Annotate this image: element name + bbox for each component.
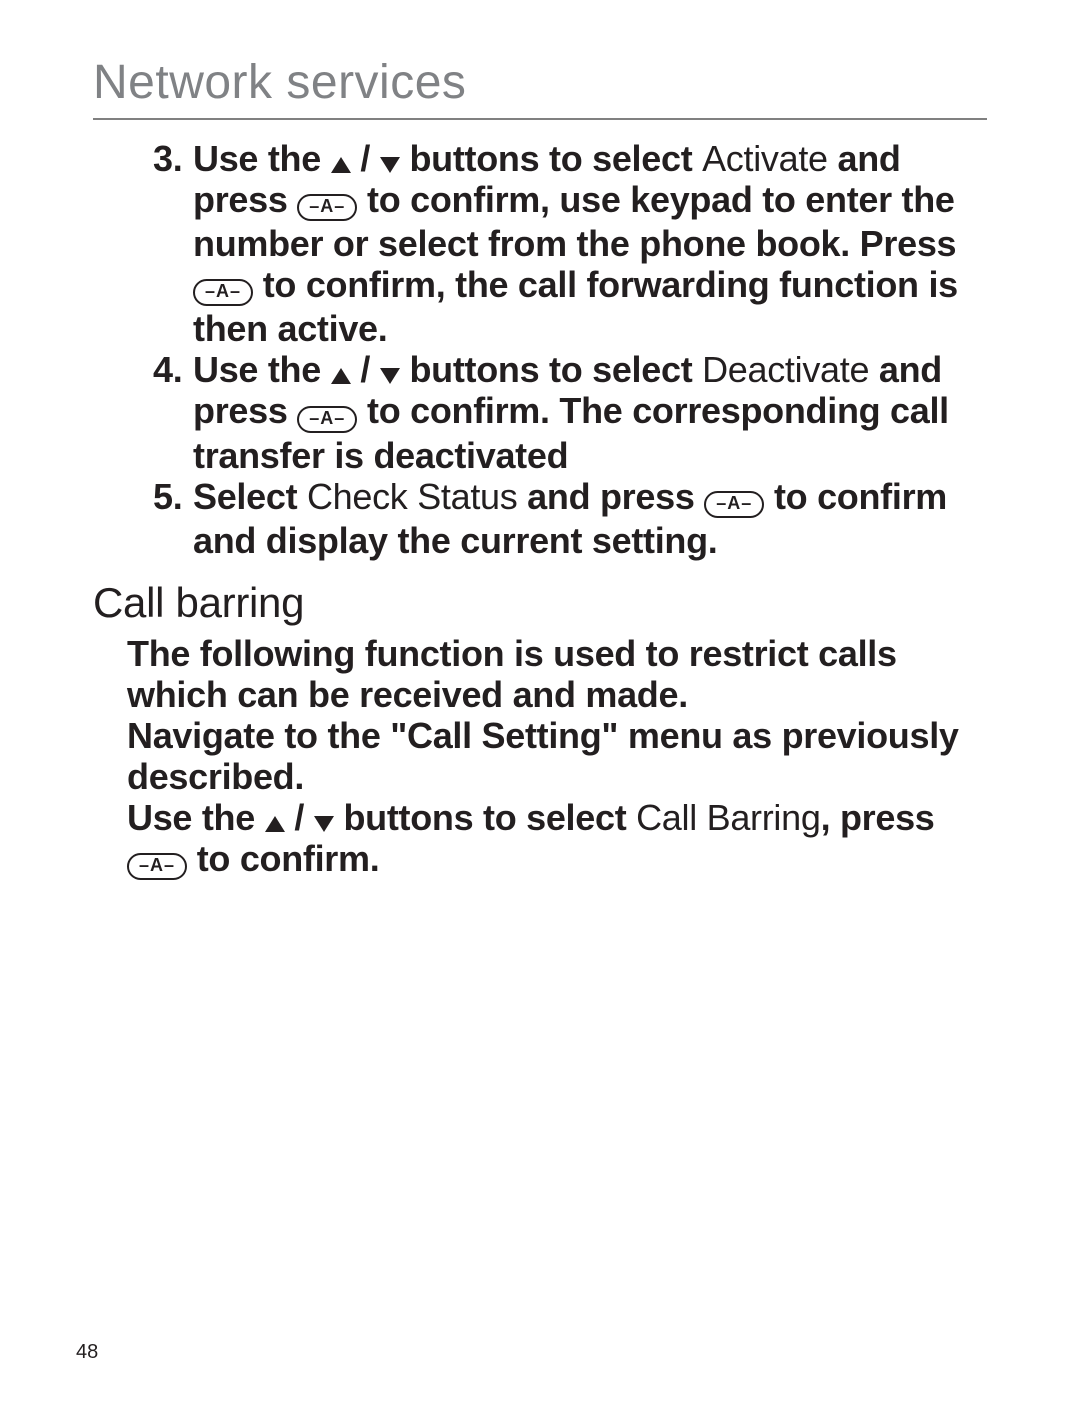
down-arrow-icon	[314, 816, 334, 832]
down-arrow-icon	[380, 368, 400, 384]
text: Select	[193, 476, 307, 517]
a-button-icon: –A–	[297, 194, 357, 221]
text: /	[351, 138, 380, 179]
text: buttons to select	[334, 797, 636, 838]
step-number: 5.	[153, 476, 182, 517]
paragraph: Use the / buttons to select Call Barring…	[127, 797, 987, 882]
term-deactivate: Deactivate	[702, 349, 869, 390]
step-number: 3.	[153, 138, 182, 179]
down-arrow-icon	[380, 157, 400, 173]
paragraph: The following function is used to restri…	[127, 633, 987, 715]
text: buttons to select	[400, 138, 702, 179]
term-activate: Activate	[702, 138, 828, 179]
paragraph: Navigate to the "Call Setting" menu as p…	[127, 715, 987, 797]
up-arrow-icon	[331, 368, 351, 384]
term-check-status: Check Status	[307, 476, 518, 517]
up-arrow-icon	[265, 816, 285, 832]
step-list: 3. Use the / buttons to select Activate …	[93, 138, 987, 561]
text: to confirm. The corresponding call trans…	[193, 390, 949, 475]
text: , press	[821, 797, 935, 838]
text: Use the	[193, 138, 331, 179]
text: to confirm, use keypad to enter the numb…	[193, 179, 956, 264]
a-button-icon: –A–	[127, 853, 187, 880]
section-body: The following function is used to restri…	[127, 633, 987, 882]
text: /	[285, 797, 314, 838]
step-number: 4.	[153, 349, 182, 390]
step-5: 5. Select Check Status and press –A– to …	[153, 476, 987, 561]
step-3: 3. Use the / buttons to select Activate …	[153, 138, 987, 349]
manual-page: Network services 3. Use the / buttons to…	[0, 0, 1080, 1412]
text: to confirm, the call forwarding function…	[193, 264, 958, 349]
text: to confirm.	[187, 838, 379, 879]
a-button-icon: –A–	[193, 279, 253, 306]
text: /	[351, 349, 380, 390]
term-call-barring: Call Barring	[636, 797, 820, 838]
text: Use the	[193, 349, 331, 390]
page-number: 48	[76, 1341, 98, 1364]
section-title-call-barring: Call barring	[93, 579, 987, 627]
text: Use the	[127, 797, 265, 838]
a-button-icon: –A–	[704, 491, 764, 518]
text: and press	[517, 476, 704, 517]
title-rule	[93, 118, 987, 120]
step-4: 4. Use the / buttons to select Deactivat…	[153, 349, 987, 475]
up-arrow-icon	[331, 157, 351, 173]
text: buttons to select	[400, 349, 702, 390]
page-title: Network services	[93, 55, 987, 110]
a-button-icon: –A–	[297, 406, 357, 433]
